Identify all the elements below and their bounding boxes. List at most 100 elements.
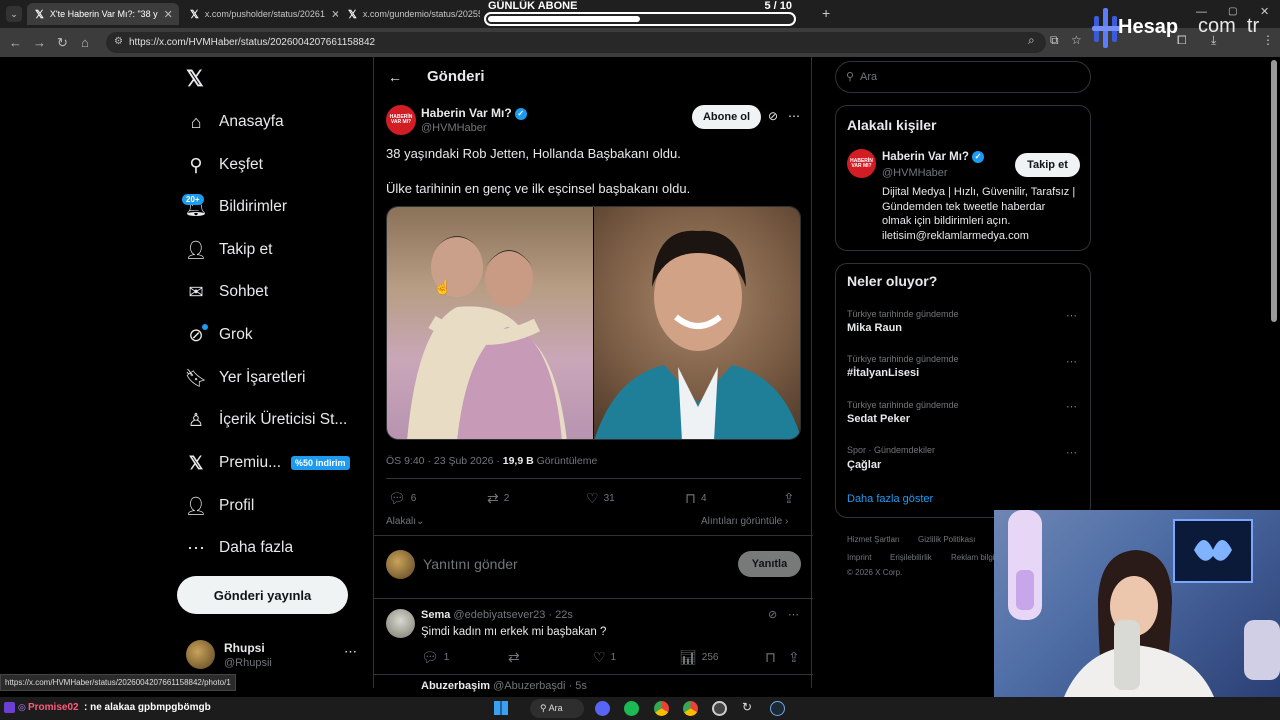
reply-bookmark-action[interactable]: ⊓ bbox=[765, 649, 781, 666]
more-icon[interactable]: ⋯ bbox=[1066, 309, 1077, 322]
bookmark-icon: 🔖︎ bbox=[184, 367, 208, 388]
steam-icon[interactable] bbox=[770, 701, 785, 716]
like-action[interactable]: ♡ 31 bbox=[586, 490, 615, 507]
person-avatar[interactable]: HABERİN VAR MI? bbox=[847, 149, 876, 178]
nav-item-bookmarks[interactable]: 🔖︎ Yer İşaretleri bbox=[184, 363, 306, 393]
url-field[interactable]: ⚙ https://x.com/HVMHaber/status/20260042… bbox=[106, 32, 1046, 53]
close-icon[interactable]: ✕ bbox=[158, 8, 173, 21]
verified-icon: ✓ bbox=[971, 151, 984, 163]
person-name-row[interactable]: Haberin Var Mı? ✓ bbox=[882, 151, 984, 163]
reply-share-action[interactable]: ⇪ bbox=[788, 649, 805, 666]
related-title: Alakalı kişiler bbox=[847, 117, 937, 133]
reply-text: Şimdi kadın mı erkek mi başbakan ? bbox=[421, 626, 607, 638]
nav-item-explore[interactable]: ⚲ Keşfet bbox=[186, 150, 263, 180]
app-icon[interactable] bbox=[712, 701, 727, 716]
bookmark-action[interactable]: ⊓ 4 bbox=[685, 490, 707, 507]
grok-dot bbox=[202, 324, 208, 330]
nav-item-messages[interactable]: ✉ Sohbet bbox=[186, 277, 268, 307]
tab-list-button[interactable]: ⌄ bbox=[6, 6, 22, 22]
more-icon[interactable]: ⋯ bbox=[344, 644, 357, 660]
footer-terms[interactable]: Hizmet Şartları bbox=[847, 535, 900, 544]
back-arrow-icon[interactable]: ← bbox=[388, 69, 402, 85]
reply-avatar[interactable] bbox=[386, 609, 415, 638]
nav-item-grok[interactable]: ⊘ Grok bbox=[186, 320, 252, 350]
footer-ads-info[interactable]: Reklam bilgi bbox=[951, 553, 995, 562]
forward-icon[interactable]: → bbox=[33, 35, 46, 50]
chat-username: Promise02 bbox=[28, 702, 79, 713]
share-action[interactable]: ⇪ bbox=[783, 490, 800, 507]
windows-start-icon[interactable] bbox=[494, 701, 508, 715]
bio-line: Dijital Medya | Hızlı, Güvenilir, Tarafs… bbox=[882, 186, 1076, 198]
grok-icon[interactable]: ⊘ bbox=[768, 109, 778, 123]
account-switcher[interactable]: Rhupsi @Rhupsii ⋯ bbox=[186, 640, 361, 672]
star-icon[interactable]: ☆ bbox=[1071, 33, 1082, 47]
chrome-alt-icon[interactable] bbox=[683, 701, 698, 716]
nav-item-profile[interactable]: 👤︎ Profil bbox=[185, 491, 255, 521]
reply-repost-action[interactable]: ⇄ bbox=[508, 649, 525, 666]
page-scrollbar[interactable] bbox=[1271, 60, 1277, 322]
post-media[interactable] bbox=[386, 206, 801, 440]
chrome-icon[interactable] bbox=[654, 701, 669, 716]
more-icon[interactable]: ⋯ bbox=[1066, 446, 1077, 459]
footer-accessibility[interactable]: Erişilebilirlik bbox=[890, 553, 932, 562]
nav-item-more[interactable]: ⋯ Daha fazla bbox=[186, 533, 293, 563]
tab-3[interactable]: 𝕏 x.com/gundemio/status/20255 bbox=[340, 3, 480, 25]
trends-title: Neler oluyor? bbox=[847, 273, 938, 289]
author-avatar[interactable]: HABERİN VAR MI? bbox=[386, 105, 416, 135]
new-tab-button[interactable]: + bbox=[822, 5, 830, 21]
home-icon[interactable]: ⌂ bbox=[81, 35, 89, 50]
back-icon[interactable]: ← bbox=[9, 35, 22, 50]
post-photo-1[interactable] bbox=[387, 207, 593, 439]
reply-action[interactable]: 💬︎ 6 bbox=[388, 490, 416, 507]
tab-label: x.com/pusholder/status/20261 bbox=[204, 9, 325, 19]
author-name-row[interactable]: Haberin Var Mı? ✓ bbox=[421, 106, 527, 120]
tab-2[interactable]: 𝕏 x.com/pusholder/status/20261 ✕ bbox=[182, 3, 338, 25]
share-icon: ⇪ bbox=[788, 649, 800, 665]
tab-1[interactable]: 𝕏 X'te Haberin Var Mı?: "38 y ✕ bbox=[27, 3, 179, 25]
search-input[interactable]: ⚲ Ara bbox=[835, 61, 1091, 93]
hesap-brand-left: Hesap bbox=[1118, 16, 1179, 38]
repost-action[interactable]: ⇄ 2 bbox=[487, 490, 509, 507]
subscribe-button[interactable]: Abone ol bbox=[692, 105, 761, 129]
nav-label: Bildirimler bbox=[219, 198, 288, 215]
post-photo-2[interactable] bbox=[594, 207, 800, 439]
divider bbox=[386, 478, 801, 479]
more-icon[interactable]: ⋯ bbox=[788, 109, 800, 123]
taskbar-search[interactable]: ⚲ Ara bbox=[530, 699, 584, 718]
reload-icon[interactable]: ↻ bbox=[57, 35, 68, 51]
view-quotes-link[interactable]: Alıntıları görüntüle › bbox=[701, 516, 788, 527]
nav-item-premium[interactable]: 𝕏 Premiu... bbox=[186, 448, 281, 478]
next-reply-header: Abuzerbaşim @Abuzerbaşdi · 5s bbox=[421, 680, 587, 692]
reply-reply-action[interactable]: 💬︎ 1 bbox=[421, 649, 449, 666]
discord-icon[interactable] bbox=[595, 701, 610, 716]
grok-icon[interactable]: ⊘ bbox=[768, 608, 777, 621]
reply-like-action[interactable]: ♡ 1 bbox=[593, 649, 616, 666]
reply-views-action[interactable]: 📊︎ 256 bbox=[679, 649, 718, 666]
footer-privacy[interactable]: Gizlilik Politikası bbox=[918, 535, 975, 544]
nav-item-creator-studio[interactable]: ♙ İçerik Üreticisi St... bbox=[186, 405, 347, 435]
zoom-icon[interactable]: ⌕ bbox=[1028, 33, 1035, 48]
follow-button[interactable]: Takip et bbox=[1015, 153, 1080, 177]
show-more-link[interactable]: Daha fazla göster bbox=[847, 493, 933, 505]
follow-icon: 👤︎ bbox=[184, 239, 208, 260]
relevant-sort[interactable]: Alakalı⌄ bbox=[386, 516, 424, 527]
nav-item-follow[interactable]: 👤︎ Takip et bbox=[184, 235, 273, 265]
more-icon[interactable]: ⋯ bbox=[788, 608, 799, 621]
subscriber-goal-title: GÜNLÜK ABONE bbox=[488, 0, 578, 12]
spotify-icon[interactable] bbox=[624, 701, 639, 716]
x-logo-icon: 𝕏 bbox=[348, 8, 357, 21]
install-icon[interactable]: ⧉ bbox=[1050, 33, 1059, 48]
reply-button[interactable]: Yanıtla bbox=[738, 551, 801, 577]
nav-item-home[interactable]: ⌂ Anasayfa bbox=[186, 107, 284, 137]
post-button[interactable]: Gönderi yayınla bbox=[177, 576, 348, 614]
nav-label: Keşfet bbox=[219, 156, 263, 173]
footer-imprint[interactable]: Imprint bbox=[847, 553, 871, 562]
more-icon[interactable]: ⋯ bbox=[1066, 400, 1077, 413]
author-handle: @HVMHaber bbox=[421, 122, 487, 134]
site-info-icon[interactable]: ⚙ bbox=[114, 36, 123, 47]
close-icon[interactable]: ✕ bbox=[325, 8, 338, 21]
app-gloves-icon[interactable]: ↻ bbox=[742, 700, 752, 714]
x-logo[interactable]: 𝕏 bbox=[186, 66, 204, 92]
reply-input[interactable]: Yanıtını gönder bbox=[423, 556, 518, 572]
more-icon[interactable]: ⋯ bbox=[1066, 355, 1077, 368]
